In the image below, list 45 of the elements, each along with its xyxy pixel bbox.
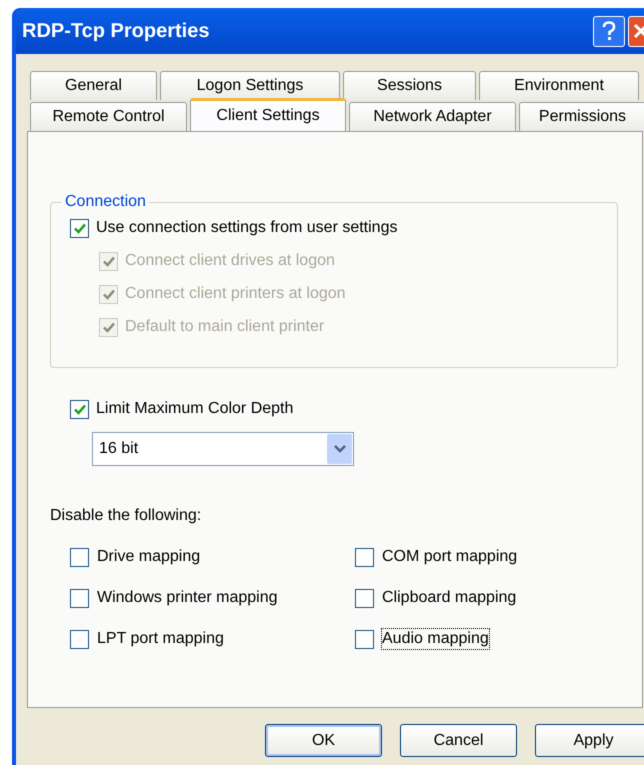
section-heading: Disable the following: [50, 506, 202, 526]
checkmark-icon [102, 256, 114, 266]
tab[interactable]: Environment [479, 71, 639, 100]
dropdown-arrow-button[interactable] [327, 434, 352, 464]
tab[interactable]: Client Settings [190, 98, 346, 131]
checkbox-label: Use connection settings from user settings [96, 218, 398, 238]
tab[interactable]: Remote Control [30, 102, 187, 131]
checkmark-icon [102, 322, 114, 332]
dialog-button[interactable]: Cancel [400, 724, 517, 757]
checkbox[interactable] [70, 630, 89, 648]
tab[interactable]: General [30, 71, 157, 100]
checkbox-label: Connect client drives at logon [125, 251, 335, 271]
checkbox-label: Default to main client printer [125, 317, 324, 337]
checkbox-label: LPT port mapping [96, 629, 225, 649]
checkbox-label: Clipboard mapping [381, 588, 518, 608]
checkbox-label: COM port mapping [381, 547, 518, 567]
tab[interactable]: Permissions [519, 102, 644, 131]
checkbox-label: Limit Maximum Color Depth [96, 399, 294, 419]
window-title: RDP-Tcp Properties [21, 19, 210, 44]
checkbox[interactable] [70, 218, 89, 238]
dialog-button[interactable]: OK [265, 724, 382, 757]
checkbox-label: Drive mapping [96, 547, 202, 567]
tab[interactable]: Logon Settings [160, 71, 340, 100]
dropdown-value: 16 bit [99, 439, 138, 459]
checkbox[interactable] [70, 588, 89, 608]
checkbox[interactable] [70, 400, 89, 418]
chevron-down-icon [334, 445, 346, 453]
tab[interactable]: Network Adapter [349, 102, 516, 131]
dialog-button[interactable]: Apply [535, 724, 644, 757]
help-button[interactable] [593, 16, 625, 46]
checkmark-icon [74, 404, 86, 414]
close-icon [632, 23, 644, 39]
checkbox[interactable] [355, 588, 374, 608]
checkmark-icon [74, 222, 86, 234]
checkbox-label: Audio mapping [381, 628, 490, 650]
color-depth-dropdown[interactable]: 16 bit [92, 432, 354, 466]
checkbox-label: Connect client printers at logon [125, 284, 346, 304]
help-icon [602, 21, 616, 41]
checkbox[interactable] [355, 630, 374, 648]
checkbox[interactable] [70, 548, 89, 566]
tab[interactable]: Sessions [343, 71, 476, 100]
group-title: Connection [64, 192, 147, 212]
checkbox-label: Windows printer mapping [96, 588, 279, 608]
checkbox[interactable] [355, 548, 374, 566]
checkmark-icon [102, 288, 114, 300]
